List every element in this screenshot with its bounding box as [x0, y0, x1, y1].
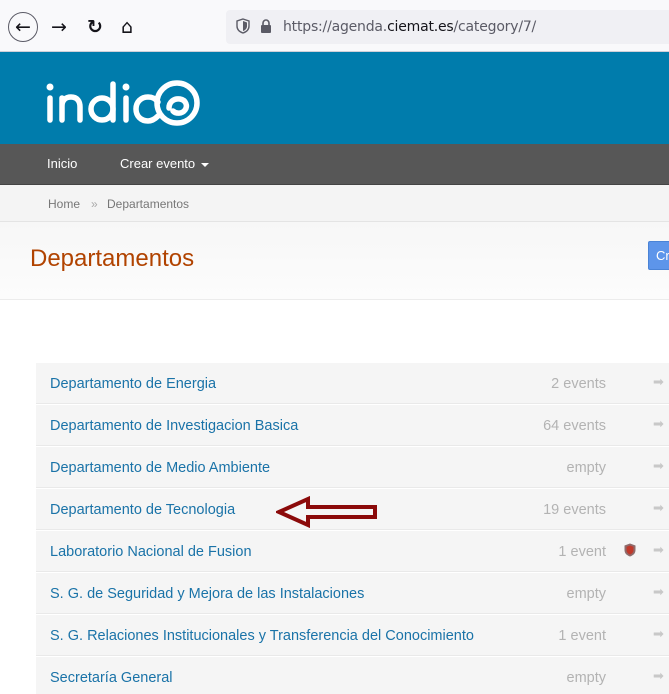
- arrow-right-icon[interactable]: ➡: [653, 417, 664, 432]
- arrow-right-icon[interactable]: ➡: [653, 459, 664, 474]
- lock-icon[interactable]: [260, 19, 272, 33]
- address-bar[interactable]: https://agenda.ciemat.es/category/7/: [226, 10, 669, 44]
- event-count: 1 event: [558, 544, 606, 560]
- category-row[interactable]: S. G. Relaciones Institucionales y Trans…: [36, 614, 669, 656]
- create-button[interactable]: Crear: [648, 241, 669, 270]
- category-row[interactable]: Departamento de Investigacion Basica 64 …: [36, 404, 669, 446]
- protected-shield-icon[interactable]: [624, 543, 636, 557]
- category-link[interactable]: Departamento de Medio Ambiente: [50, 460, 270, 476]
- event-count: 64 events: [543, 418, 606, 434]
- breadcrumb-separator: »: [91, 197, 98, 211]
- category-row[interactable]: Departamento de Energia 2 events ➡: [36, 362, 669, 404]
- category-link[interactable]: Secretaría General: [50, 670, 173, 686]
- category-row[interactable]: S. G. de Seguridad y Mejora de las Insta…: [36, 572, 669, 614]
- event-count: 1 event: [558, 628, 606, 644]
- page-title: Departamentos: [30, 245, 195, 272]
- menu-item-inicio[interactable]: Inicio: [47, 156, 77, 171]
- category-row[interactable]: Laboratorio Nacional de Fusion 1 event ➡: [36, 530, 669, 572]
- url-text[interactable]: https://agenda.ciemat.es/category/7/: [283, 19, 536, 35]
- arrow-right-icon[interactable]: ➡: [653, 375, 664, 390]
- event-count: empty: [566, 460, 607, 476]
- category-row[interactable]: Departamento de Medio Ambiente empty ➡: [36, 446, 669, 488]
- arrow-right-icon[interactable]: →: [46, 14, 72, 40]
- category-list: Departamento de Energia 2 events ➡ Depar…: [36, 362, 669, 694]
- annotation-arrow-icon: [276, 496, 377, 528]
- arrow-right-icon[interactable]: ➡: [653, 627, 664, 642]
- indico-logo[interactable]: indico: [44, 72, 224, 128]
- breadcrumb-home[interactable]: Home: [48, 197, 80, 211]
- arrow-right-icon[interactable]: ➡: [653, 543, 664, 558]
- arrow-right-icon[interactable]: ➡: [653, 585, 664, 600]
- menu-item-crear-evento[interactable]: Crear evento: [120, 156, 210, 171]
- reload-icon[interactable]: ↻: [82, 14, 108, 40]
- category-row[interactable]: Secretaría General empty ➡: [36, 656, 669, 694]
- event-count: 19 events: [543, 502, 606, 518]
- breadcrumb-current[interactable]: Departamentos: [107, 197, 189, 211]
- title-area: Departamentos Crear: [0, 222, 669, 300]
- category-link[interactable]: Departamento de Tecnologia: [50, 502, 235, 518]
- category-link[interactable]: Departamento de Energia: [50, 376, 216, 392]
- category-link[interactable]: Departamento de Investigacion Basica: [50, 418, 298, 434]
- arrow-right-icon[interactable]: ➡: [653, 669, 664, 684]
- shield-icon[interactable]: [236, 18, 250, 34]
- caret-down-icon: [201, 162, 210, 167]
- category-link[interactable]: S. G. de Seguridad y Mejora de las Insta…: [50, 586, 364, 602]
- arrow-left-icon[interactable]: ←: [8, 12, 38, 42]
- event-count: empty: [566, 670, 607, 686]
- category-link[interactable]: S. G. Relaciones Institucionales y Trans…: [50, 628, 474, 644]
- site-header: indico: [0, 52, 669, 144]
- breadcrumb: Home » Departamentos: [0, 185, 669, 222]
- category-link[interactable]: Laboratorio Nacional de Fusion: [50, 544, 252, 560]
- event-count: 2 events: [551, 376, 606, 392]
- home-icon[interactable]: ⌂: [114, 14, 140, 40]
- main-menu: Inicio Crear evento: [0, 144, 669, 185]
- browser-toolbar: ← → ↻ ⌂ https://agenda.ciemat.es/categor…: [0, 0, 669, 52]
- arrow-right-icon[interactable]: ➡: [653, 501, 664, 516]
- menu-item-label: Crear evento: [120, 156, 196, 171]
- event-count: empty: [566, 586, 607, 602]
